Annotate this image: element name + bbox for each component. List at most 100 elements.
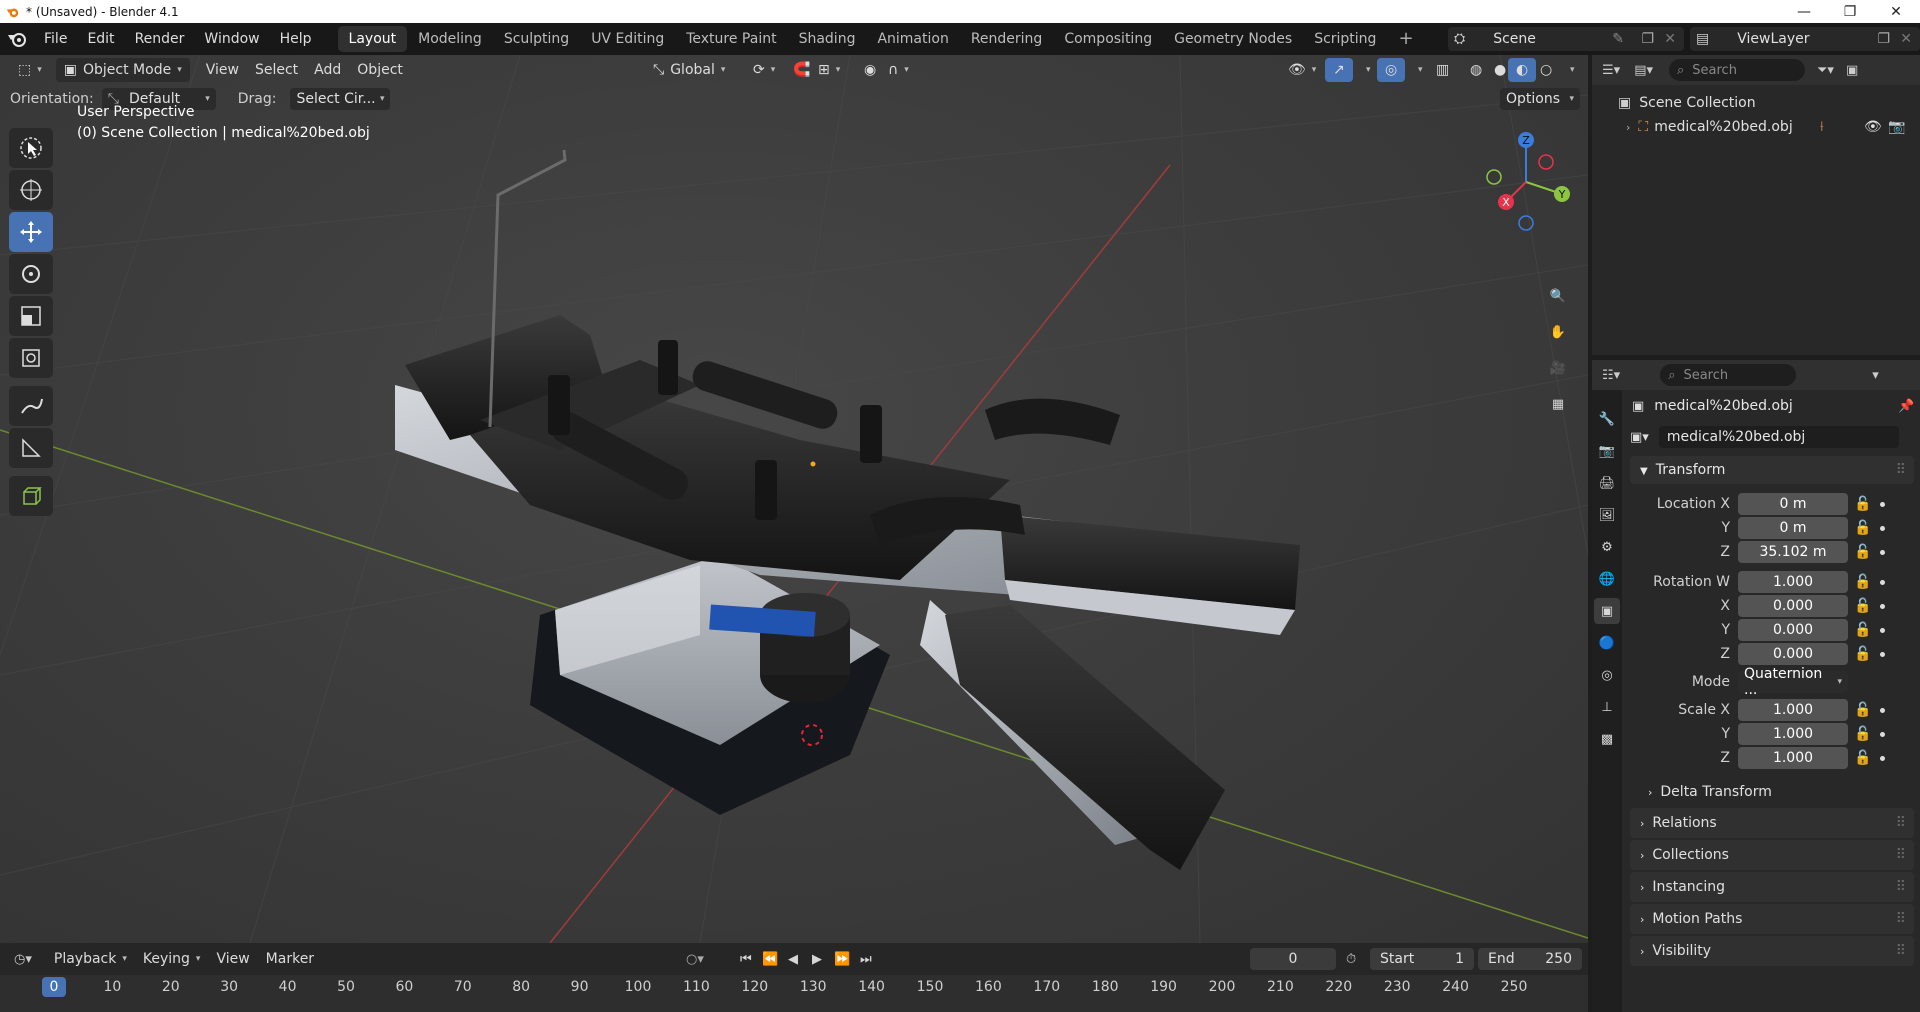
jump-end-icon[interactable]: ⏭ xyxy=(860,952,872,967)
transform-orientation-dropdown[interactable]: ⤡ Global ▾ xyxy=(645,58,733,82)
location-z-field[interactable]: 35.102 m xyxy=(1738,541,1848,563)
tab-sculpting[interactable]: Sculpting xyxy=(493,26,580,52)
properties-editor-icon[interactable]: ☷▾ xyxy=(1602,368,1620,383)
ortho-toggle-icon[interactable]: ▦ xyxy=(1542,388,1574,420)
physics-tab-icon[interactable]: ◎ xyxy=(1594,662,1620,688)
armature-data-icon[interactable]: ⟊ xyxy=(1820,119,1824,135)
play-icon[interactable]: ▶ xyxy=(812,952,822,967)
falloff-icon[interactable]: ∩ ▾ xyxy=(880,58,917,82)
pan-hand-icon[interactable]: ✋ xyxy=(1542,316,1574,348)
camera-view-icon[interactable]: 🎥 xyxy=(1542,352,1574,384)
viewport-scene[interactable] xyxy=(0,55,1588,943)
lock-icon[interactable]: 🔓 xyxy=(1854,519,1872,537)
add-workspace-icon[interactable]: + xyxy=(1387,26,1424,52)
outliner-scene-collection[interactable]: ▣ Scene Collection xyxy=(1592,91,1920,115)
scene-selector[interactable]: ⛭ Scene ✎ ❐ ✕ xyxy=(1448,27,1684,51)
menu-view[interactable]: View xyxy=(198,58,247,82)
playhead[interactable]: 0 xyxy=(42,977,66,997)
rotation-z-field[interactable]: 0.000 xyxy=(1738,643,1848,665)
relations-panel[interactable]: › Relations ⠿ xyxy=(1630,808,1914,838)
scale-x-field[interactable]: 1.000 xyxy=(1738,699,1848,721)
datablock-name-field[interactable]: medical%20bed.obj xyxy=(1658,426,1899,448)
3d-viewport[interactable]: ⬚ ▾ ▣ Object Mode ▾ View Select Add Objec… xyxy=(0,55,1588,943)
outliner-item-medical-bed[interactable]: › ⛶ medical%20bed.obj ⟊ 👁 📷 xyxy=(1592,115,1920,139)
keyframe-dot-icon[interactable] xyxy=(1880,731,1885,737)
view-layer-tab-icon[interactable]: 🖼 xyxy=(1594,502,1620,528)
blender-menu-icon[interactable] xyxy=(0,30,34,48)
timeline-editor-icon[interactable]: ◷▾ xyxy=(14,952,32,967)
keyframe-dot-icon[interactable] xyxy=(1880,707,1885,713)
menu-object[interactable]: Object xyxy=(349,58,411,82)
output-tab-icon[interactable]: 🖨 xyxy=(1594,470,1620,496)
zoom-icon[interactable]: 🔍 xyxy=(1542,280,1574,312)
menu-window[interactable]: Window xyxy=(194,27,269,51)
pin-icon[interactable]: ✎ xyxy=(1612,31,1624,47)
rotate-tool-icon[interactable] xyxy=(9,254,53,294)
keyframe-dot-icon[interactable] xyxy=(1880,755,1885,761)
new-view-layer-icon[interactable]: ❐ xyxy=(1877,31,1890,47)
menu-keying[interactable]: Keying ▾ xyxy=(135,947,209,971)
object-tab-icon[interactable]: ▣ xyxy=(1594,598,1620,624)
menu-timeline-view[interactable]: View xyxy=(208,947,257,971)
end-frame-field[interactable]: End 250 xyxy=(1478,948,1582,970)
transform-tool-icon[interactable] xyxy=(9,338,53,378)
gizmo-dropdown-icon[interactable]: ▾ xyxy=(1352,58,1379,82)
jump-keyframe-forward-icon[interactable]: ⏩ xyxy=(834,952,850,967)
jump-keyframe-back-icon[interactable]: ⏪ xyxy=(762,952,778,967)
visibility-panel[interactable]: › Visibility ⠿ xyxy=(1630,936,1914,966)
remove-scene-icon[interactable]: ✕ xyxy=(1664,31,1676,47)
location-x-field[interactable]: 0 m xyxy=(1738,493,1848,515)
collections-panel[interactable]: › Collections ⠿ xyxy=(1630,840,1914,870)
outliner-search-input[interactable]: ⌕ Search xyxy=(1669,59,1805,81)
options-dropdown[interactable]: Options ▾ xyxy=(1500,88,1580,110)
navigation-gizmo[interactable]: Z Y X xyxy=(1476,132,1576,232)
lock-icon[interactable]: 🔓 xyxy=(1854,621,1872,639)
overlay-dropdown-icon[interactable]: ▾ xyxy=(1404,58,1431,82)
drag-dropdown[interactable]: Select Cir... ▾ xyxy=(290,88,391,110)
transform-panel-header[interactable]: ▼ Transform ⠿ xyxy=(1630,456,1914,484)
menu-render[interactable]: Render xyxy=(125,27,195,51)
current-frame-field[interactable]: 0 xyxy=(1250,948,1336,970)
lock-icon[interactable]: 🔓 xyxy=(1854,573,1872,591)
menu-file[interactable]: File xyxy=(34,27,77,51)
keyframe-dot-icon[interactable] xyxy=(1880,603,1885,609)
rotation-y-field[interactable]: 0.000 xyxy=(1738,619,1848,641)
tab-uv-editing[interactable]: UV Editing xyxy=(580,26,675,52)
view-layer-selector[interactable]: ▤ ViewLayer ❐ ✕ xyxy=(1690,27,1920,51)
keyframe-dot-icon[interactable] xyxy=(1880,579,1885,585)
menu-help[interactable]: Help xyxy=(270,27,322,51)
datablock-type-icon[interactable]: ▣▾ xyxy=(1630,430,1649,445)
pin-properties-icon[interactable]: 📌 xyxy=(1898,399,1914,414)
tab-layout[interactable]: Layout xyxy=(337,26,408,52)
drag-handle-icon[interactable]: ⠿ xyxy=(1896,462,1906,478)
disable-render-icon[interactable]: 📷 xyxy=(1888,119,1905,135)
start-frame-field[interactable]: Start 1 xyxy=(1370,948,1474,970)
keyframe-dot-icon[interactable] xyxy=(1880,627,1885,633)
hide-in-viewport-icon[interactable]: 👁 xyxy=(1864,119,1882,135)
location-y-field[interactable]: 0 m xyxy=(1738,517,1848,539)
properties-options-icon[interactable]: ▾ xyxy=(1872,368,1879,383)
display-mode-icon[interactable]: ▤▾ xyxy=(1634,63,1653,78)
maximize-button[interactable]: ❐ xyxy=(1827,0,1873,23)
close-window-button[interactable]: ✕ xyxy=(1873,0,1919,23)
lock-icon[interactable]: 🔓 xyxy=(1854,749,1872,767)
lock-icon[interactable]: 🔓 xyxy=(1854,645,1872,663)
move-tool-icon[interactable] xyxy=(9,212,53,252)
motion-paths-panel[interactable]: › Motion Paths ⠿ xyxy=(1630,904,1914,934)
minimize-button[interactable]: — xyxy=(1781,0,1827,23)
constraints-tab-icon[interactable]: ⊥ xyxy=(1594,694,1620,720)
keyframe-dot-icon[interactable] xyxy=(1880,549,1885,555)
menu-playback[interactable]: Playback ▾ xyxy=(46,947,135,971)
rotation-mode-dropdown[interactable]: Quaternion ... ▾ xyxy=(1738,666,1848,698)
add-cube-tool-icon[interactable] xyxy=(9,476,53,516)
rotation-x-field[interactable]: 0.000 xyxy=(1738,595,1848,617)
expand-chevron-icon[interactable]: › xyxy=(1626,121,1630,134)
tool-tab-icon[interactable]: 🔧 xyxy=(1594,406,1620,432)
new-collection-icon[interactable]: ▣ xyxy=(1846,63,1858,78)
lock-icon[interactable]: 🔓 xyxy=(1854,701,1872,719)
auto-keying-icon[interactable]: ○▾ xyxy=(686,952,704,967)
texture-tab-icon[interactable]: ▩ xyxy=(1594,726,1620,752)
rotation-w-field[interactable]: 1.000 xyxy=(1738,571,1848,593)
tab-compositing[interactable]: Compositing xyxy=(1053,26,1163,52)
lock-icon[interactable]: 🔓 xyxy=(1854,543,1872,561)
